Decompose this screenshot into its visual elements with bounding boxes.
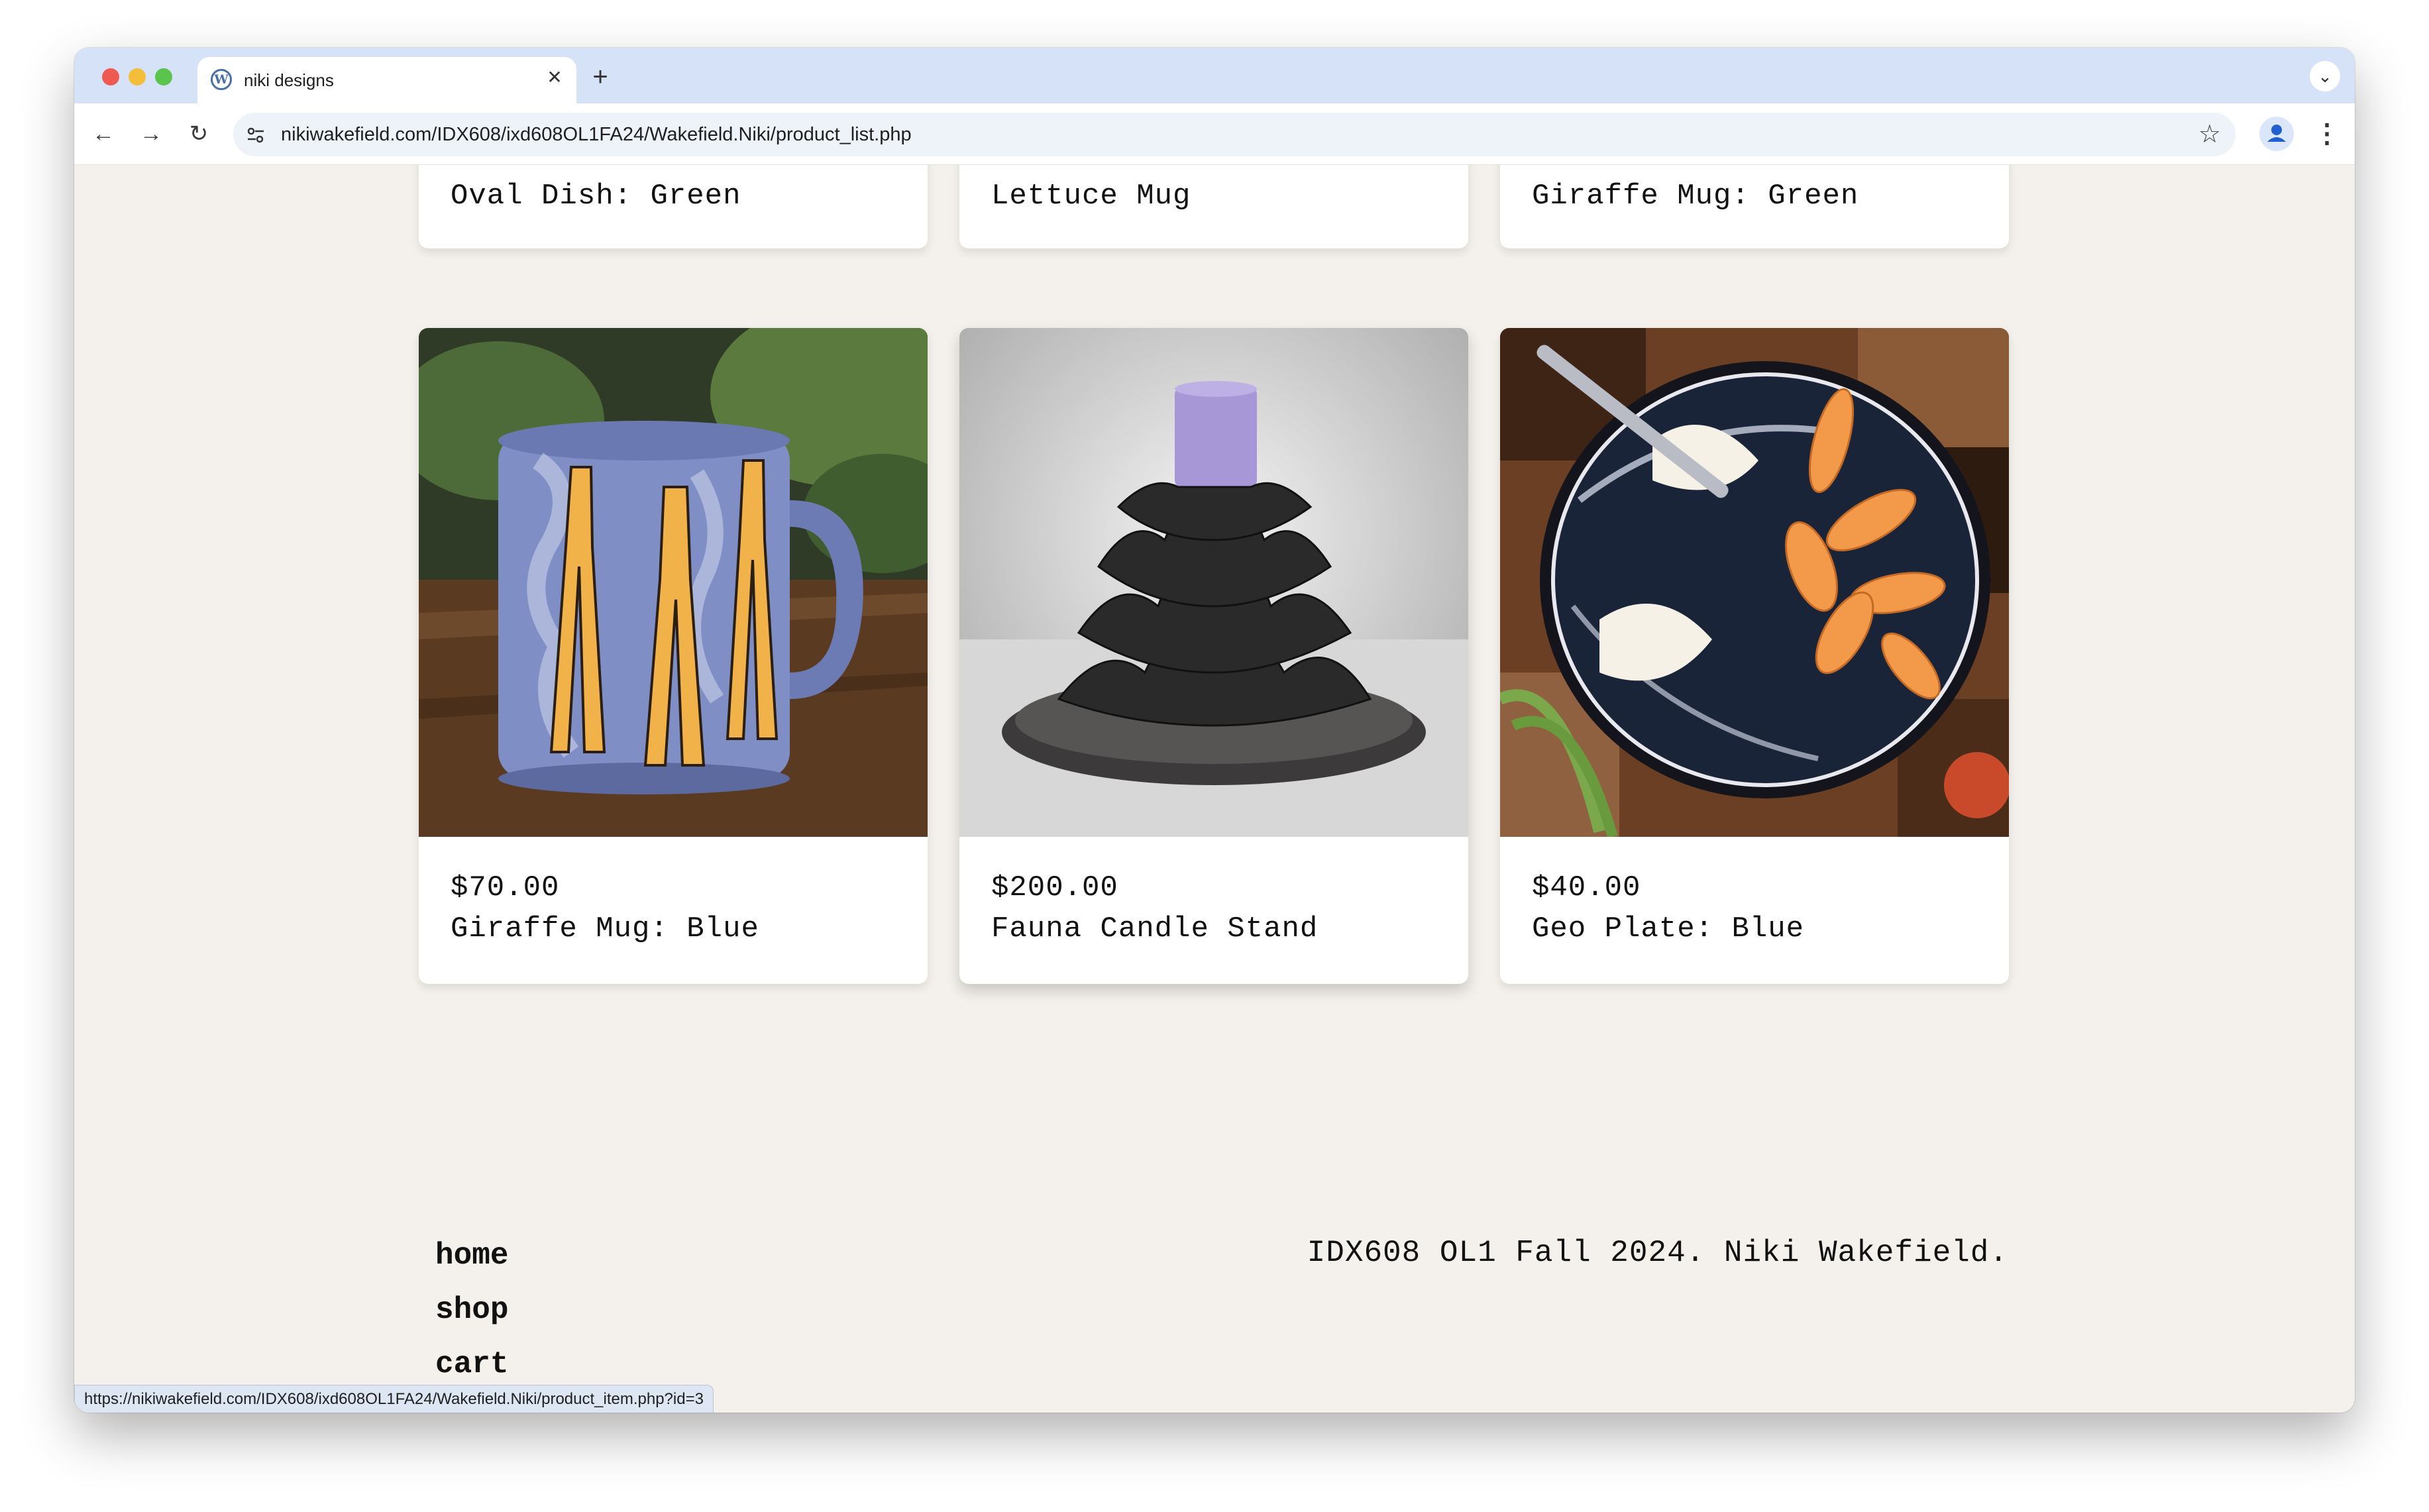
profile-avatar-icon[interactable]: [2259, 117, 2294, 151]
wordpress-icon: W: [211, 69, 232, 90]
footer-link-home[interactable]: home: [435, 1238, 508, 1273]
minimize-window-button[interactable]: [129, 68, 146, 85]
product-name[interactable]: Giraffe Mug: Blue: [451, 912, 759, 945]
tab-title: niki designs: [244, 70, 334, 90]
browser-menu-icon[interactable]: ⋮: [2314, 118, 2340, 150]
reload-button[interactable]: ↻: [183, 118, 215, 150]
product-price: $40.00: [1532, 871, 1641, 904]
tab-niki-designs[interactable]: W niki designs ✕: [197, 57, 576, 103]
browser-window: W niki designs ✕ + ⌄ ← → ↻ nikiwakefield…: [74, 48, 2355, 1413]
forward-button[interactable]: →: [135, 118, 167, 150]
product-name[interactable]: Geo Plate: Blue: [1532, 912, 1804, 945]
footer-copyright: IDX608 OL1 Fall 2024. Niki Wakefield.: [1307, 1236, 2008, 1270]
geo-plate-blue-photo[interactable]: [1500, 328, 2009, 837]
status-bar-url: https://nikiwakefield.com/IDX608/ixd608O…: [74, 1385, 714, 1413]
page-content: Oval Dish: Green Lettuce Mug Giraffe Mug…: [74, 165, 2355, 1413]
url-text[interactable]: nikiwakefield.com/IDX608/ixd608OL1FA24/W…: [281, 124, 912, 146]
footer-link-shop[interactable]: shop: [435, 1293, 508, 1327]
product-card-geo-plate-blue[interactable]: $40.00 Geo Plate: Blue: [1500, 328, 2009, 984]
product-card-giraffe-mug-blue[interactable]: $70.00 Giraffe Mug: Blue: [419, 328, 928, 984]
bookmark-star-icon[interactable]: ☆: [2198, 119, 2221, 150]
fauna-candle-stand-photo[interactable]: [959, 328, 1468, 837]
product-name[interactable]: Oval Dish: Green: [451, 180, 741, 213]
tab-strip: W niki designs ✕ + ⌄: [74, 48, 2355, 103]
product-card-lettuce-mug[interactable]: Lettuce Mug: [959, 165, 1468, 248]
tab-search-button[interactable]: ⌄: [2310, 61, 2340, 91]
product-card-fauna-candle-stand[interactable]: $200.00 Fauna Candle Stand: [959, 328, 1468, 984]
browser-toolbar: ← → ↻ nikiwakefield.com/IDX608/ixd608OL1…: [74, 103, 2355, 165]
address-bar[interactable]: nikiwakefield.com/IDX608/ixd608OL1FA24/W…: [233, 113, 2236, 156]
tab-close-icon[interactable]: ✕: [543, 66, 566, 89]
product-name[interactable]: Giraffe Mug: Green: [1532, 180, 1859, 213]
product-name[interactable]: Fauna Candle Stand: [991, 912, 1318, 945]
product-card-giraffe-mug-green[interactable]: Giraffe Mug: Green: [1500, 165, 2009, 248]
new-tab-button[interactable]: +: [586, 62, 615, 91]
product-card-oval-dish-green[interactable]: Oval Dish: Green: [419, 165, 928, 248]
product-price: $70.00: [451, 871, 560, 904]
back-button[interactable]: ←: [87, 118, 119, 150]
site-settings-icon[interactable]: [245, 125, 266, 146]
giraffe-mug-blue-photo[interactable]: [419, 328, 928, 837]
footer-link-cart[interactable]: cart: [435, 1347, 508, 1381]
maximize-window-button[interactable]: [155, 68, 172, 85]
close-window-button[interactable]: [102, 68, 119, 85]
product-price: $200.00: [991, 871, 1118, 904]
product-name[interactable]: Lettuce Mug: [991, 180, 1191, 213]
